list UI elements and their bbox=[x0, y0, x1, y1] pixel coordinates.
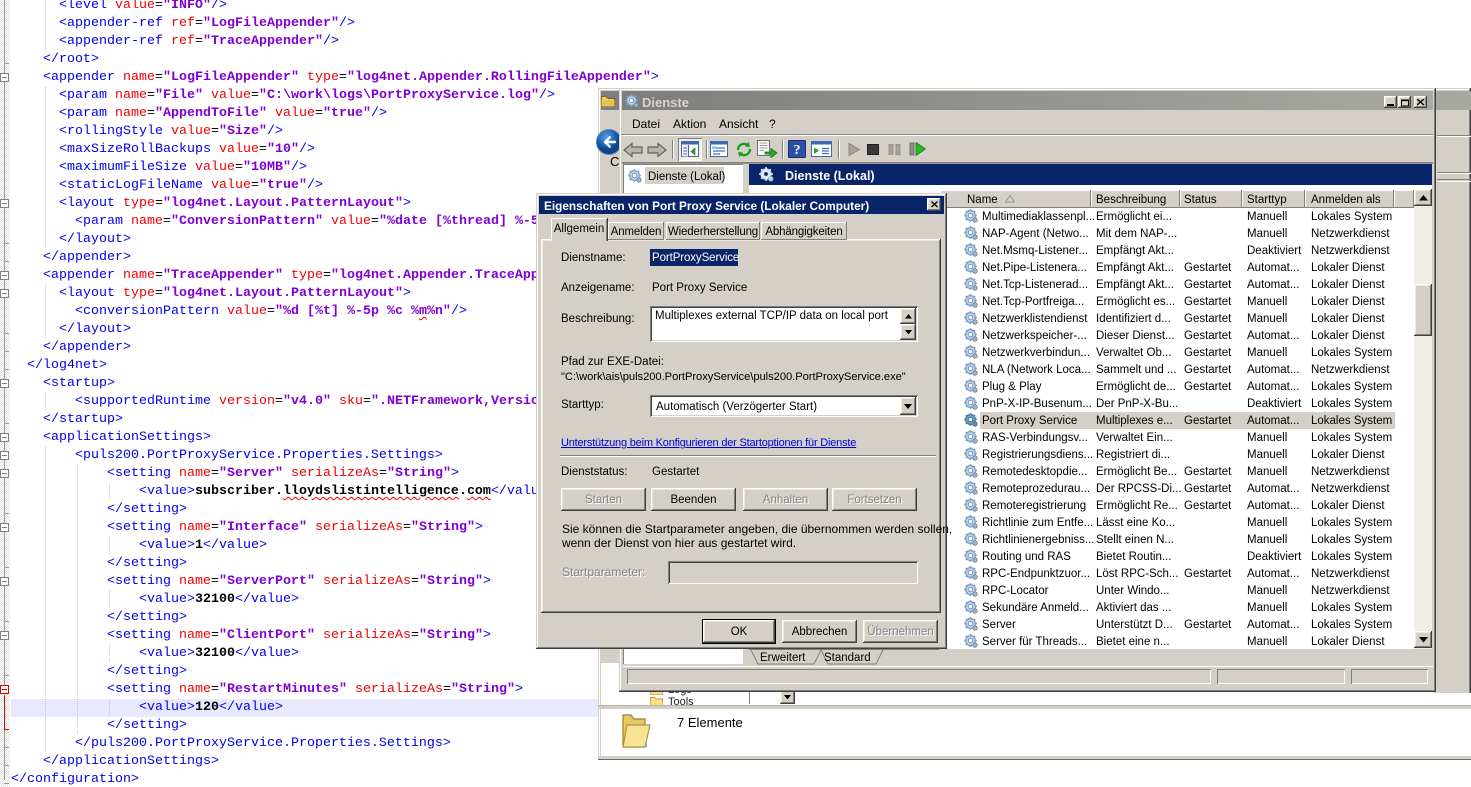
svg-text:?: ? bbox=[794, 143, 801, 158]
svg-text:Standard: Standard bbox=[824, 652, 871, 664]
svg-text:Erweitert: Erweitert bbox=[760, 652, 806, 664]
